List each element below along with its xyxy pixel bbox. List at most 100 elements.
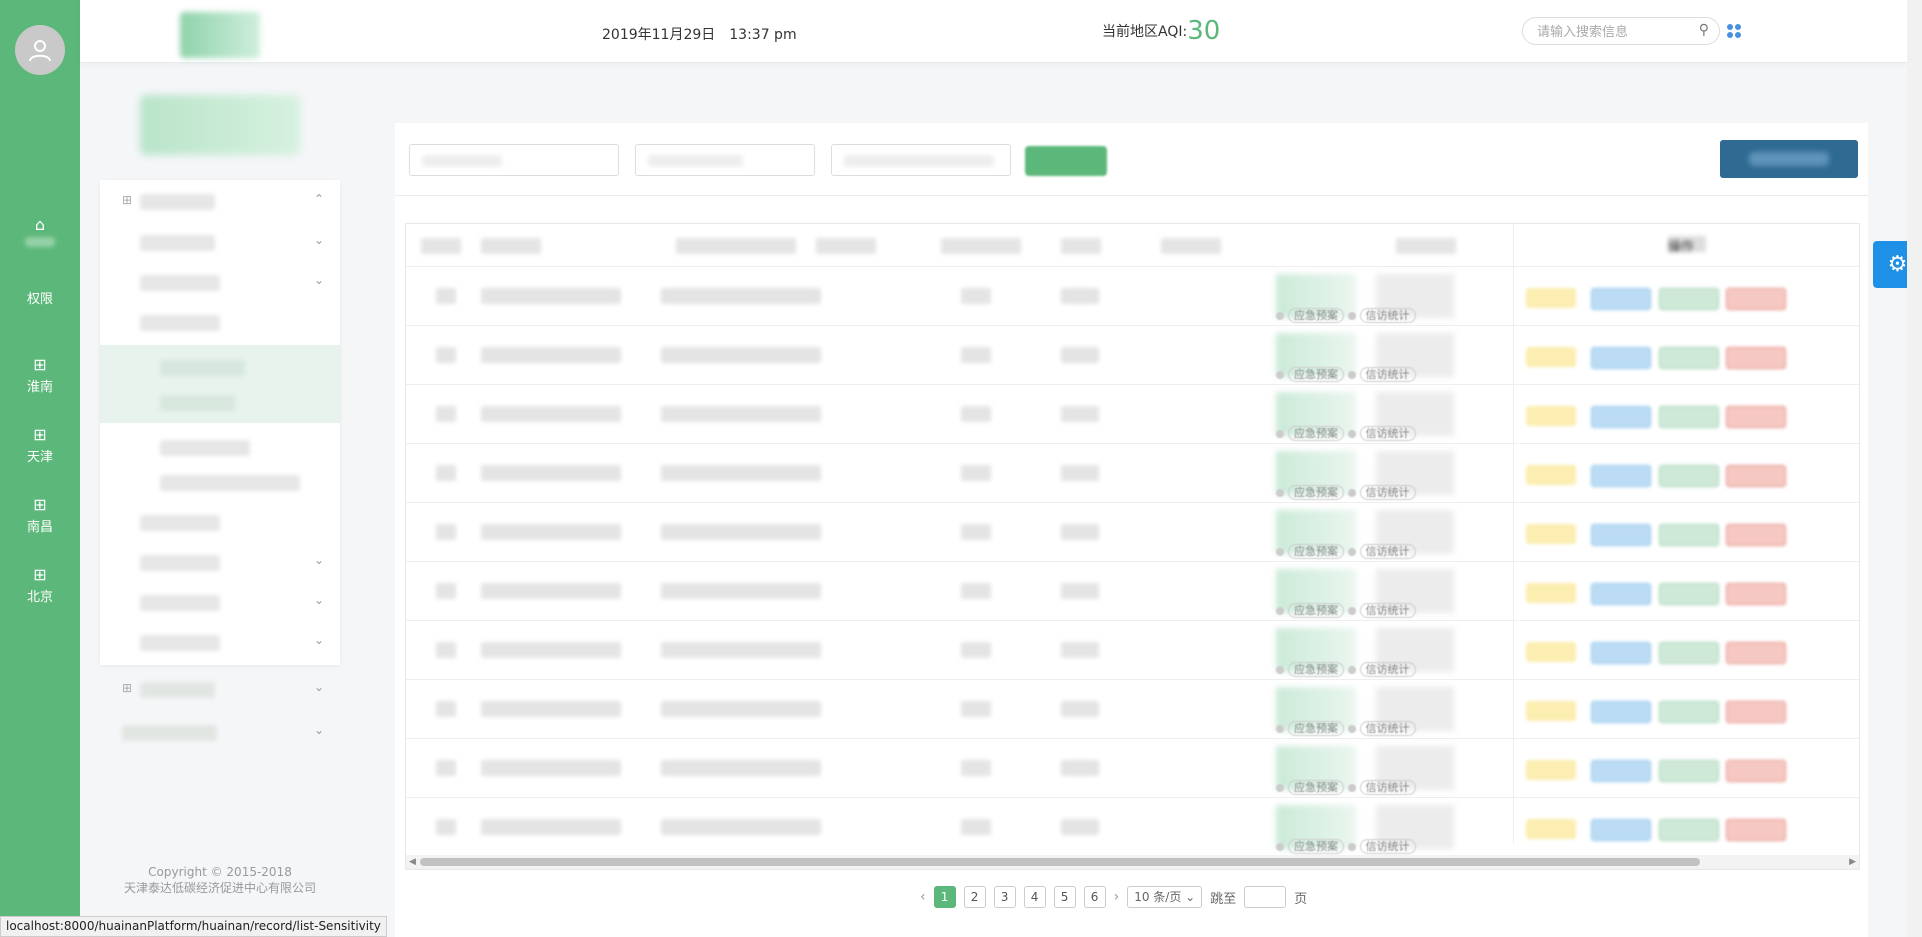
row-action-button[interactable] [1726, 465, 1786, 487]
row-action-button[interactable] [1726, 642, 1786, 664]
status-tag[interactable]: 应急预案 [1288, 839, 1344, 854]
row-action-button[interactable] [1659, 465, 1719, 487]
row-action-button[interactable] [1659, 406, 1719, 428]
status-tag[interactable]: 信访统计 [1359, 308, 1416, 323]
row-action-button[interactable] [1526, 760, 1576, 780]
menu-subitem[interactable] [100, 385, 340, 419]
menu-group-3[interactable]: ⌄ [100, 715, 340, 749]
scroll-left-icon[interactable]: ◀ [409, 855, 416, 869]
status-tag[interactable]: 信访统计 [1359, 721, 1416, 736]
status-tag[interactable]: 应急预案 [1288, 603, 1344, 618]
row-action-button[interactable] [1726, 583, 1786, 605]
menu-item[interactable]: ⌄ [100, 585, 340, 619]
row-action-button[interactable] [1726, 406, 1786, 428]
menu-subitem[interactable] [100, 465, 340, 499]
row-action-button[interactable] [1526, 465, 1576, 485]
rail-item-permission[interactable]: 权限 [0, 286, 80, 307]
row-action-button[interactable] [1659, 524, 1719, 546]
status-tag[interactable]: 信访统计 [1359, 839, 1416, 854]
add-button[interactable] [1720, 140, 1858, 178]
menu-item[interactable] [100, 305, 340, 339]
row-action-button[interactable] [1591, 760, 1651, 782]
row-action-button[interactable] [1726, 819, 1786, 841]
page-1[interactable]: 1 [933, 886, 956, 908]
rail-item-home[interactable]: ⌂ [0, 216, 80, 251]
row-action-button[interactable] [1526, 819, 1576, 839]
status-tag[interactable]: 信访统计 [1359, 544, 1416, 559]
row-action-button[interactable] [1659, 347, 1719, 369]
status-tag[interactable]: 应急预案 [1288, 308, 1344, 323]
filter-input-3[interactable] [831, 144, 1011, 176]
status-tag[interactable]: 应急预案 [1288, 544, 1344, 559]
apps-icon[interactable] [1727, 24, 1741, 38]
rail-item-nanchang[interactable]: ⊞ 南昌 [0, 496, 80, 536]
menu-subitem-active[interactable] [100, 350, 340, 384]
page-4[interactable]: 4 [1023, 886, 1046, 908]
horizontal-scrollbar[interactable]: ◀ ▶ [406, 855, 1859, 869]
status-tag[interactable]: 信访统计 [1359, 367, 1416, 382]
row-action-button[interactable] [1659, 583, 1719, 605]
filter-input-2[interactable] [635, 144, 815, 176]
menu-subitem[interactable] [100, 430, 340, 464]
rail-item-huainan[interactable]: ⊞ 淮南 [0, 356, 80, 396]
menu-group-2[interactable]: ⊞ ⌄ [100, 672, 340, 706]
status-tag[interactable]: 信访统计 [1359, 426, 1416, 441]
user-avatar[interactable] [15, 25, 65, 75]
filter-input-1[interactable] [409, 144, 619, 176]
row-action-button[interactable] [1726, 347, 1786, 369]
status-tag[interactable]: 信访统计 [1359, 603, 1416, 618]
menu-item[interactable]: ⌄ [100, 625, 340, 659]
search-icon[interactable]: ⚲ [1699, 22, 1709, 38]
row-action-button[interactable] [1591, 583, 1651, 605]
menu-item[interactable] [100, 505, 340, 539]
row-action-button[interactable] [1591, 465, 1651, 487]
row-action-button[interactable] [1591, 701, 1651, 723]
prev-page-icon[interactable]: ‹ [920, 889, 926, 905]
row-action-button[interactable] [1591, 642, 1651, 664]
menu-item[interactable]: ⌄ [100, 545, 340, 579]
scroll-right-icon[interactable]: ▶ [1849, 855, 1856, 869]
page-5[interactable]: 5 [1053, 886, 1076, 908]
scrollbar-thumb[interactable] [420, 858, 1700, 866]
row-action-button[interactable] [1659, 288, 1719, 310]
page-6[interactable]: 6 [1083, 886, 1106, 908]
status-tag[interactable]: 信访统计 [1359, 780, 1416, 795]
menu-group-header[interactable]: ⊞ ⌃ [100, 184, 340, 218]
row-action-button[interactable] [1591, 524, 1651, 546]
row-action-button[interactable] [1726, 701, 1786, 723]
page-size-select[interactable]: 10 条/页 ⌄ [1127, 886, 1203, 908]
rail-item-beijing[interactable]: ⊞ 北京 [0, 566, 80, 606]
next-page-icon[interactable]: › [1114, 889, 1120, 905]
vertical-scrollbar[interactable] [1907, 0, 1922, 937]
row-action-button[interactable] [1591, 288, 1651, 310]
row-action-button[interactable] [1659, 760, 1719, 782]
status-tag[interactable]: 应急预案 [1288, 367, 1344, 382]
rail-item-tianjin[interactable]: ⊞ 天津 [0, 426, 80, 466]
row-action-button[interactable] [1526, 347, 1576, 367]
search-input[interactable] [1535, 23, 1689, 40]
status-tag[interactable]: 信访统计 [1359, 662, 1416, 677]
row-action-button[interactable] [1659, 819, 1719, 841]
page-3[interactable]: 3 [993, 886, 1016, 908]
row-action-button[interactable] [1526, 406, 1576, 426]
row-action-button[interactable] [1659, 642, 1719, 664]
search-box[interactable]: ⚲ [1522, 17, 1720, 45]
menu-item[interactable]: ⌄ [100, 265, 340, 299]
row-action-button[interactable] [1526, 701, 1576, 721]
row-action-button[interactable] [1526, 288, 1576, 308]
row-action-button[interactable] [1526, 642, 1576, 662]
row-action-button[interactable] [1591, 347, 1651, 369]
status-tag[interactable]: 应急预案 [1288, 485, 1344, 500]
status-tag[interactable]: 应急预案 [1288, 662, 1344, 677]
status-tag[interactable]: 应急预案 [1288, 426, 1344, 441]
row-action-button[interactable] [1726, 760, 1786, 782]
page-2[interactable]: 2 [963, 886, 986, 908]
status-tag[interactable]: 信访统计 [1359, 485, 1416, 500]
row-action-button[interactable] [1591, 819, 1651, 841]
row-action-button[interactable] [1526, 524, 1576, 544]
row-action-button[interactable] [1726, 288, 1786, 310]
row-action-button[interactable] [1526, 583, 1576, 603]
jump-input[interactable] [1244, 886, 1287, 908]
query-button[interactable] [1025, 146, 1107, 176]
row-action-button[interactable] [1659, 701, 1719, 723]
